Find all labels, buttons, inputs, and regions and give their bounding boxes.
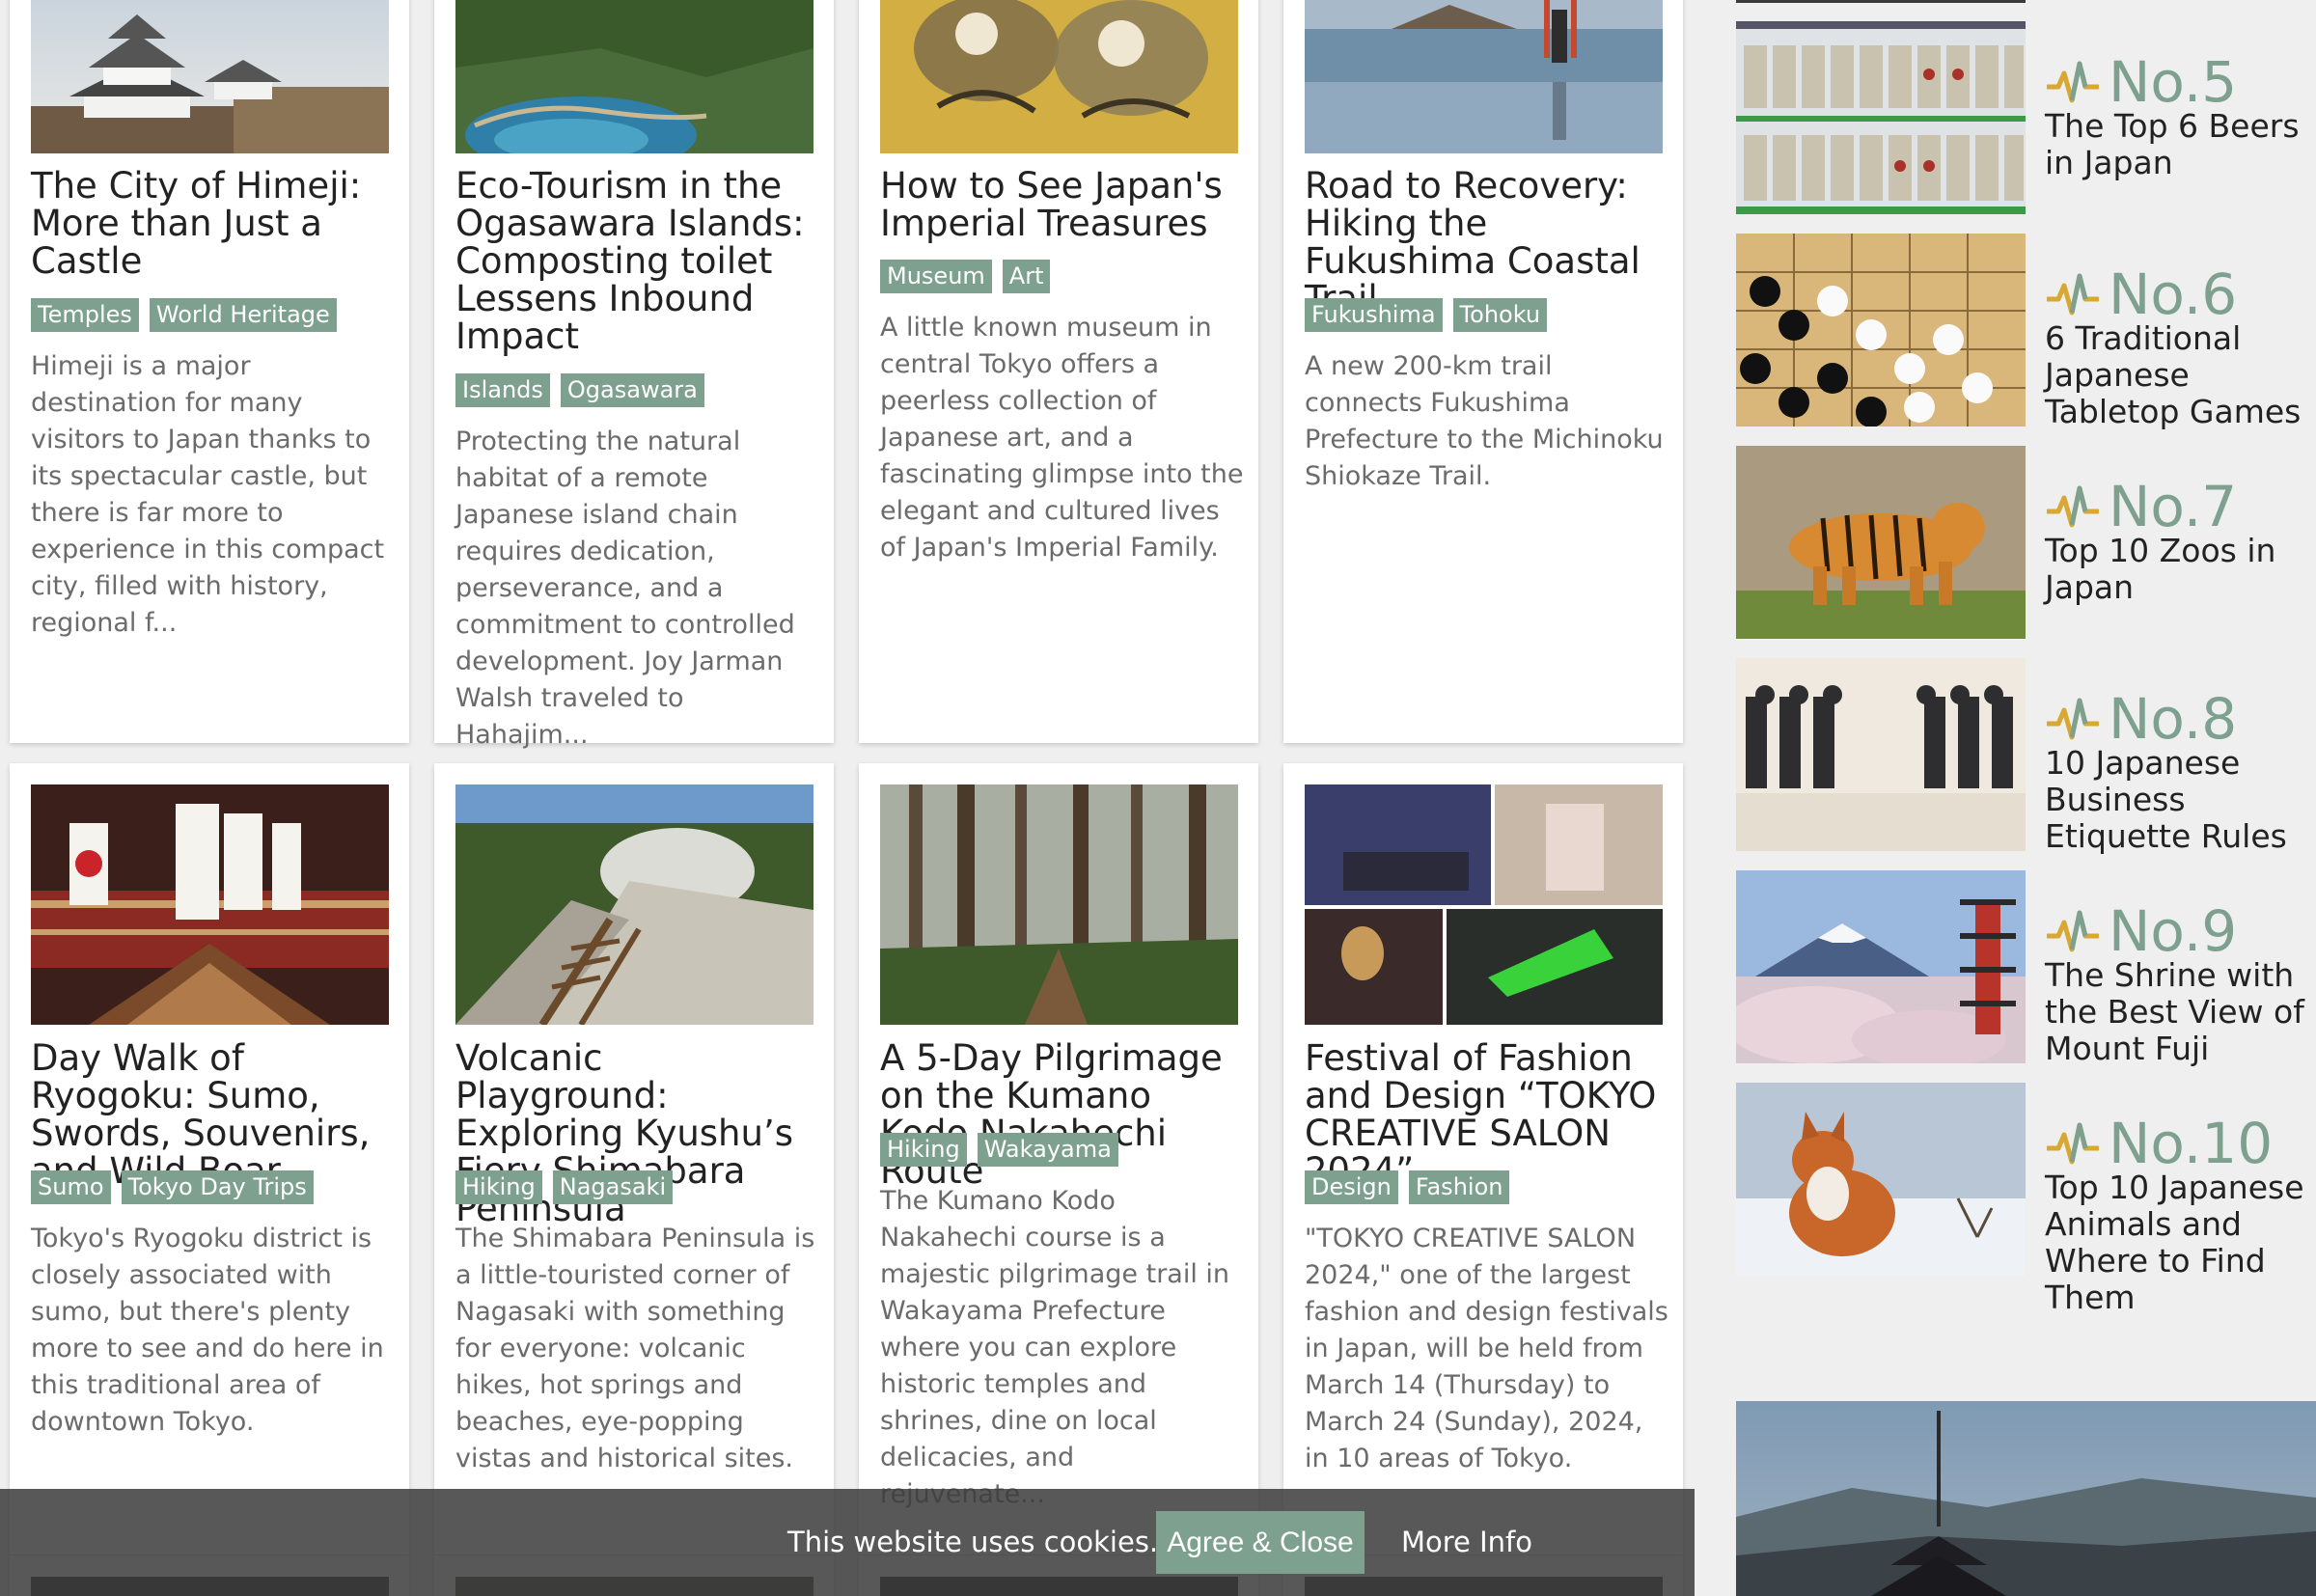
imperial-art-image[interactable] (880, 0, 1238, 153)
fukushima-coast-image[interactable] (1305, 0, 1663, 153)
pulse-icon (2047, 273, 2099, 316)
tag[interactable]: Fukushima (1305, 298, 1443, 332)
article-card[interactable]: A 5-Day Pilgrimage on the Kumano Kodo Na… (859, 763, 1258, 1555)
rank-number-label: No.5 (2109, 49, 2238, 115)
tag[interactable]: Wakayama (977, 1133, 1118, 1167)
article-card[interactable]: Festival of Fashion and Design “TOKYO CR… (1283, 763, 1683, 1555)
ranking-item[interactable]: No.6 6 Traditional Japanese Tabletop Gam… (1736, 234, 2316, 431)
rank-title[interactable]: The Top 6 Beers in Japan (2045, 108, 2316, 181)
article-title[interactable]: A 5-Day Pilgrimage on the Kumano Kodo Na… (880, 1039, 1247, 1190)
rank-number: No.6 (2045, 261, 2237, 328)
tag[interactable]: Nagasaki (552, 1170, 674, 1204)
tag[interactable]: Islands (455, 373, 550, 407)
rank-title[interactable]: Top 10 Zoos in Japan (2045, 533, 2316, 606)
tag[interactable]: Fashion (1408, 1170, 1510, 1204)
sidebar-banner-image[interactable] (1736, 1401, 2316, 1596)
tag-list: Hiking Nagasaki (455, 1170, 674, 1204)
article-title[interactable]: The City of Himeji: More than Just a Cas… (31, 167, 398, 280)
tag[interactable]: Hiking (880, 1133, 967, 1167)
agree-close-button[interactable]: Agree & Close (1156, 1511, 1365, 1574)
pulse-icon (2047, 1122, 2099, 1165)
tag-list: Design Fashion (1305, 1170, 1510, 1204)
tag[interactable]: Tokyo Day Trips (121, 1170, 314, 1204)
article-description: A new 200-km trail connects Fukushima Pr… (1305, 351, 1664, 491)
article-title[interactable]: How to See Japan's Imperial Treasures (880, 167, 1247, 242)
article-description: The Kumano Kodo Nakahechi course is a ma… (880, 1186, 1230, 1509)
rank-title[interactable]: The Shrine with the Best View of Mount F… (2045, 957, 2316, 1067)
article-title[interactable]: Eco-Tourism in the Ogasawara Islands: Co… (455, 167, 822, 355)
ranking-top-cut (1736, 0, 2026, 3)
article-description: The Shimabara Peninsula is a little-tour… (455, 1224, 815, 1473)
tag-list: Islands Ogasawara (455, 373, 704, 407)
pulse-icon (2047, 61, 2099, 103)
ranking-item[interactable]: No.8 10 Japanese Business Etiquette Rule… (1736, 658, 2316, 856)
more-info-link[interactable]: More Info (1401, 1521, 1532, 1563)
article-card[interactable]: Volcanic Playground: Exploring Kyushu’s … (434, 763, 834, 1555)
cookie-message: This website uses cookies. (787, 1526, 1159, 1558)
article-card[interactable]: How to See Japan's Imperial Treasures Mu… (859, 0, 1258, 743)
himeji-castle-image[interactable] (31, 0, 389, 153)
ogasawara-bay-image[interactable] (455, 0, 813, 153)
tag[interactable]: Temples (31, 298, 139, 332)
creative-salon-image[interactable] (1305, 784, 1663, 1025)
article-description: Himeji is a major destination for many v… (31, 351, 385, 638)
tag[interactable]: Art (1002, 260, 1051, 293)
rank-number: No.8 (2045, 685, 2237, 753)
ranking-item[interactable]: No.5 The Top 6 Beers in Japan (1736, 21, 2316, 219)
tag[interactable]: Tohoku (1452, 298, 1548, 332)
rank-number-label: No.8 (2109, 686, 2238, 752)
rank-number: No.9 (2045, 897, 2237, 965)
rank-title[interactable]: 10 Japanese Business Etiquette Rules (2045, 745, 2316, 855)
tag-list: Temples World Heritage (31, 298, 337, 332)
pulse-icon (2047, 910, 2099, 952)
ranking-item[interactable]: No.9 The Shrine with the Best View of Mo… (1736, 870, 2316, 1068)
beer-cans-image[interactable] (1736, 21, 2026, 214)
rank-title[interactable]: 6 Traditional Japanese Tabletop Games (2045, 320, 2316, 430)
article-title[interactable]: Day Walk of Ryogoku: Sumo, Swords, Souve… (31, 1039, 398, 1190)
tag[interactable]: Hiking (455, 1170, 542, 1204)
red-fox-image[interactable] (1736, 1083, 2026, 1276)
article-description: Protecting the natural habitat of a remo… (455, 427, 795, 750)
article-description: "TOKYO CREATIVE SALON 2024," one of the … (1305, 1224, 1668, 1473)
sumo-hall-image[interactable] (31, 784, 389, 1025)
rank-number: No.7 (2045, 473, 2237, 540)
article-description: A little known museum in central Tokyo o… (880, 313, 1244, 563)
pulse-icon (2047, 485, 2099, 528)
rank-number-label: No.7 (2109, 474, 2238, 539)
ranking-item[interactable]: No.7 Top 10 Zoos in Japan (1736, 446, 2316, 644)
shimabara-volcano-image[interactable] (455, 784, 813, 1025)
tag-list: Fukushima Tohoku (1305, 298, 1548, 332)
tag[interactable]: Sumo (31, 1170, 111, 1204)
tag-list: Sumo Tokyo Day Trips (31, 1170, 314, 1204)
rank-number: No.5 (2045, 48, 2237, 116)
tag[interactable]: Design (1305, 1170, 1398, 1204)
page-root: { "articles": [ {"title": "The City of H… (0, 0, 2316, 1596)
tag[interactable]: Ogasawara (560, 373, 704, 407)
tag-list: Hiking Wakayama (880, 1133, 1118, 1167)
rank-title[interactable]: Top 10 Japanese Animals and Where to Fin… (2045, 1169, 2316, 1316)
article-card[interactable]: The City of Himeji: More than Just a Cas… (10, 0, 409, 743)
article-description: Tokyo's Ryogoku district is closely asso… (31, 1224, 384, 1437)
article-card[interactable]: Eco-Tourism in the Ogasawara Islands: Co… (434, 0, 834, 750)
tiger-image[interactable] (1736, 446, 2026, 639)
rank-number-label: No.9 (2109, 898, 2238, 964)
ranking-item[interactable]: No.10 Top 10 Japanese Animals and Where … (1736, 1083, 2316, 1316)
article-title[interactable]: Festival of Fashion and Design “TOKYO CR… (1305, 1039, 1671, 1190)
go-board-image[interactable] (1736, 234, 2026, 427)
rank-number-label: No.6 (2109, 261, 2238, 327)
article-title[interactable]: Road to Recovery: Hiking the Fukushima C… (1305, 167, 1671, 317)
cookie-banner: This website uses cookies. Agree & Close… (0, 1489, 1695, 1596)
rank-number: No.10 (2045, 1110, 2273, 1177)
tag[interactable]: World Heritage (149, 298, 337, 332)
kumano-forest-image[interactable] (880, 784, 1238, 1025)
rank-number-label: No.10 (2109, 1111, 2274, 1176)
article-card[interactable]: Road to Recovery: Hiking the Fukushima C… (1283, 0, 1683, 743)
bowing-businessmen-image[interactable] (1736, 658, 2026, 851)
mount-fuji-pagoda-image[interactable] (1736, 870, 2026, 1063)
article-card[interactable]: Day Walk of Ryogoku: Sumo, Swords, Souve… (10, 763, 409, 1555)
tag[interactable]: Museum (880, 260, 992, 293)
pulse-icon (2047, 698, 2099, 740)
tag-list: Museum Art (880, 260, 1051, 293)
